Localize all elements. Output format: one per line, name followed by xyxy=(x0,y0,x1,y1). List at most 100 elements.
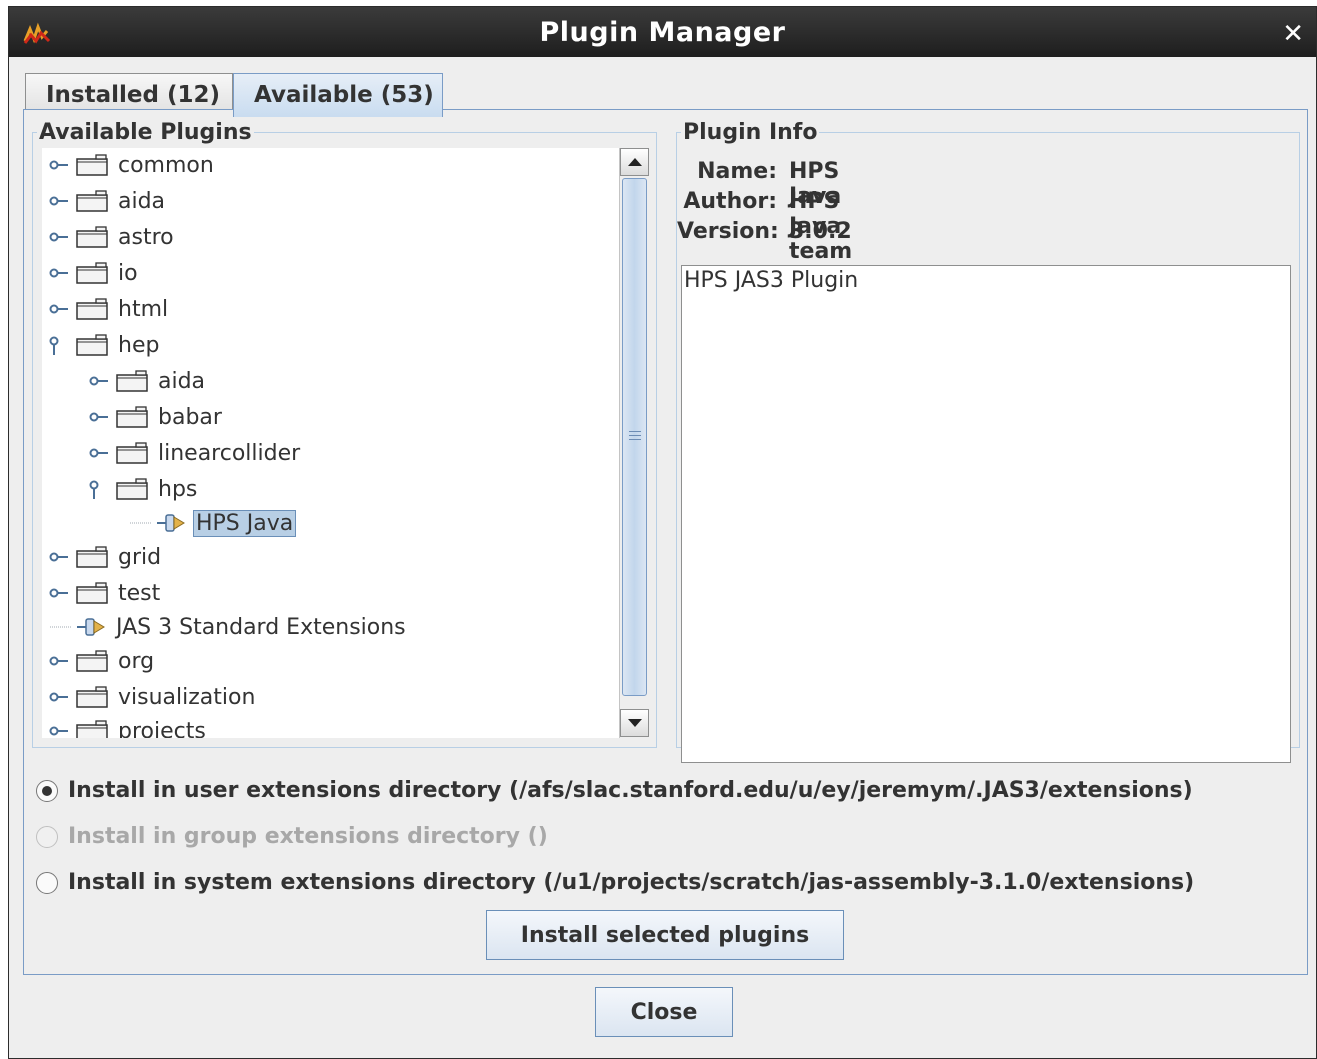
arrow-up-icon xyxy=(627,158,642,166)
expand-handle-icon[interactable] xyxy=(48,256,76,290)
expand-handle-icon[interactable] xyxy=(48,576,76,610)
available-plugins-legend: Available Plugins xyxy=(39,120,252,145)
expand-handle-icon[interactable] xyxy=(48,328,76,362)
close-button[interactable]: Close xyxy=(595,987,733,1037)
tree-node-label: visualization xyxy=(118,684,256,710)
author-label: Author: xyxy=(683,189,777,214)
tree-node-plugin[interactable]: HPS Java xyxy=(128,506,297,540)
tree-node-label: hep xyxy=(118,332,160,358)
expand-handle-icon[interactable] xyxy=(88,400,116,434)
tree-node-plugin[interactable]: JAS 3 Standard Extensions xyxy=(48,610,408,644)
folder-icon xyxy=(76,298,108,320)
plugin-tree[interactable]: common aida astro io html hep aida babar linearc… xyxy=(42,148,619,738)
radio-button[interactable] xyxy=(36,779,58,802)
tree-node-label: org xyxy=(118,648,155,674)
tree-node-label: hps xyxy=(158,476,198,502)
expand-handle-icon[interactable] xyxy=(48,714,76,738)
radio-user-extensions[interactable]: Install in user extensions directory (/a… xyxy=(36,778,1193,803)
plugin-info-legend: Plugin Info xyxy=(683,120,818,145)
grip-line xyxy=(629,439,641,440)
window-title: Plugin Manager xyxy=(539,17,786,48)
radio-system-extensions[interactable]: Install in system extensions directory (… xyxy=(36,870,1194,895)
grip-line xyxy=(629,431,641,432)
tree-node-label: common xyxy=(118,152,214,178)
radio-button xyxy=(36,825,58,848)
radio-user-label: Install in user extensions directory (/a… xyxy=(68,778,1193,803)
radio-group-label: Install in group extensions directory () xyxy=(68,824,548,849)
expand-handle-icon[interactable] xyxy=(48,680,76,714)
window-close-icon[interactable]: ✕ xyxy=(1282,19,1304,49)
expand-handle-icon[interactable] xyxy=(48,184,76,218)
scroll-down-button[interactable] xyxy=(620,709,649,737)
tree-scrollbar[interactable] xyxy=(619,148,650,738)
plugin-icon xyxy=(156,512,188,534)
plugin-info-group: Plugin Info Name: HPS Java Author: HPS J… xyxy=(676,120,1300,763)
folder-icon xyxy=(76,546,108,568)
tab-installed[interactable]: Installed (12) xyxy=(25,73,233,113)
tree-node-folder[interactable]: aida xyxy=(48,184,167,218)
tree-node-folder[interactable]: aida xyxy=(88,364,207,398)
tree-connector xyxy=(128,506,156,540)
tree-node-folder[interactable]: projects xyxy=(48,714,208,738)
version-label: Version: xyxy=(677,219,779,244)
plugin-manager-window: Plugin Manager ✕ Installed (12) Availabl… xyxy=(8,6,1317,1059)
tree-node-label: JAS 3 Standard Extensions xyxy=(116,614,406,640)
tree-node-folder[interactable]: test xyxy=(48,576,162,610)
tree-node-label: aida xyxy=(158,368,206,394)
title-bar: Plugin Manager ✕ xyxy=(9,7,1316,57)
expand-handle-icon[interactable] xyxy=(48,292,76,326)
arrow-down-icon xyxy=(627,719,642,727)
folder-icon xyxy=(76,720,108,738)
tree-node-folder[interactable]: common xyxy=(48,148,216,182)
install-selected-plugins-button[interactable]: Install selected plugins xyxy=(486,910,844,960)
expand-handle-icon[interactable] xyxy=(48,220,76,254)
tree-node-label: HPS Java xyxy=(192,509,297,537)
scroll-up-button[interactable] xyxy=(620,148,649,176)
folder-icon xyxy=(116,478,148,500)
tree-node-label: grid xyxy=(118,544,162,570)
tree-node-folder[interactable]: org xyxy=(48,644,156,678)
tree-node-label: html xyxy=(118,296,169,322)
radio-selected-dot xyxy=(42,785,52,796)
folder-icon xyxy=(76,262,108,284)
tree-node-label: projects xyxy=(118,718,206,739)
tree-node-folder[interactable]: grid xyxy=(48,540,163,574)
tree-node-folder[interactable]: html xyxy=(48,292,170,326)
version-value: 3.0.2 xyxy=(789,219,852,244)
folder-icon xyxy=(76,334,108,356)
radio-button[interactable] xyxy=(36,871,58,894)
expand-handle-icon[interactable] xyxy=(48,644,76,678)
expand-handle-icon[interactable] xyxy=(88,436,116,470)
tree-node-folder[interactable]: visualization xyxy=(48,680,257,714)
tree-node-label: babar xyxy=(158,404,222,430)
folder-icon xyxy=(116,406,148,428)
plugin-icon xyxy=(76,616,108,638)
tree-node-folder[interactable]: babar xyxy=(88,400,224,434)
tab-available[interactable]: Available (53) xyxy=(233,73,443,117)
scroll-thumb[interactable] xyxy=(622,178,647,696)
expand-handle-icon[interactable] xyxy=(88,364,116,398)
tree-node-folder[interactable]: astro xyxy=(48,220,176,254)
tree-node-label: aida xyxy=(118,188,166,214)
folder-icon xyxy=(76,154,108,176)
folder-icon xyxy=(116,442,148,464)
expand-handle-icon[interactable] xyxy=(48,540,76,574)
expand-handle-icon[interactable] xyxy=(88,472,116,506)
folder-icon xyxy=(76,650,108,672)
tree-node-folder[interactable]: hps xyxy=(88,472,199,506)
tree-node-folder[interactable]: hep xyxy=(48,328,161,362)
available-tab-panel: Available Plugins common aida astro io html h… xyxy=(23,109,1308,975)
tree-node-label: io xyxy=(118,260,138,286)
tree-node-folder[interactable]: linearcollider xyxy=(88,436,302,470)
radio-group-extensions: Install in group extensions directory () xyxy=(36,824,548,849)
plugin-description[interactable]: HPS JAS3 Plugin xyxy=(681,265,1291,763)
expand-handle-icon[interactable] xyxy=(48,148,76,182)
tree-node-folder[interactable]: io xyxy=(48,256,140,290)
tree-node-label: linearcollider xyxy=(158,440,301,466)
tree-connector xyxy=(48,610,76,644)
folder-icon xyxy=(76,190,108,212)
folder-icon xyxy=(76,686,108,708)
tree-node-label: test xyxy=(118,580,161,606)
folder-icon xyxy=(76,582,108,604)
name-label: Name: xyxy=(697,159,777,184)
